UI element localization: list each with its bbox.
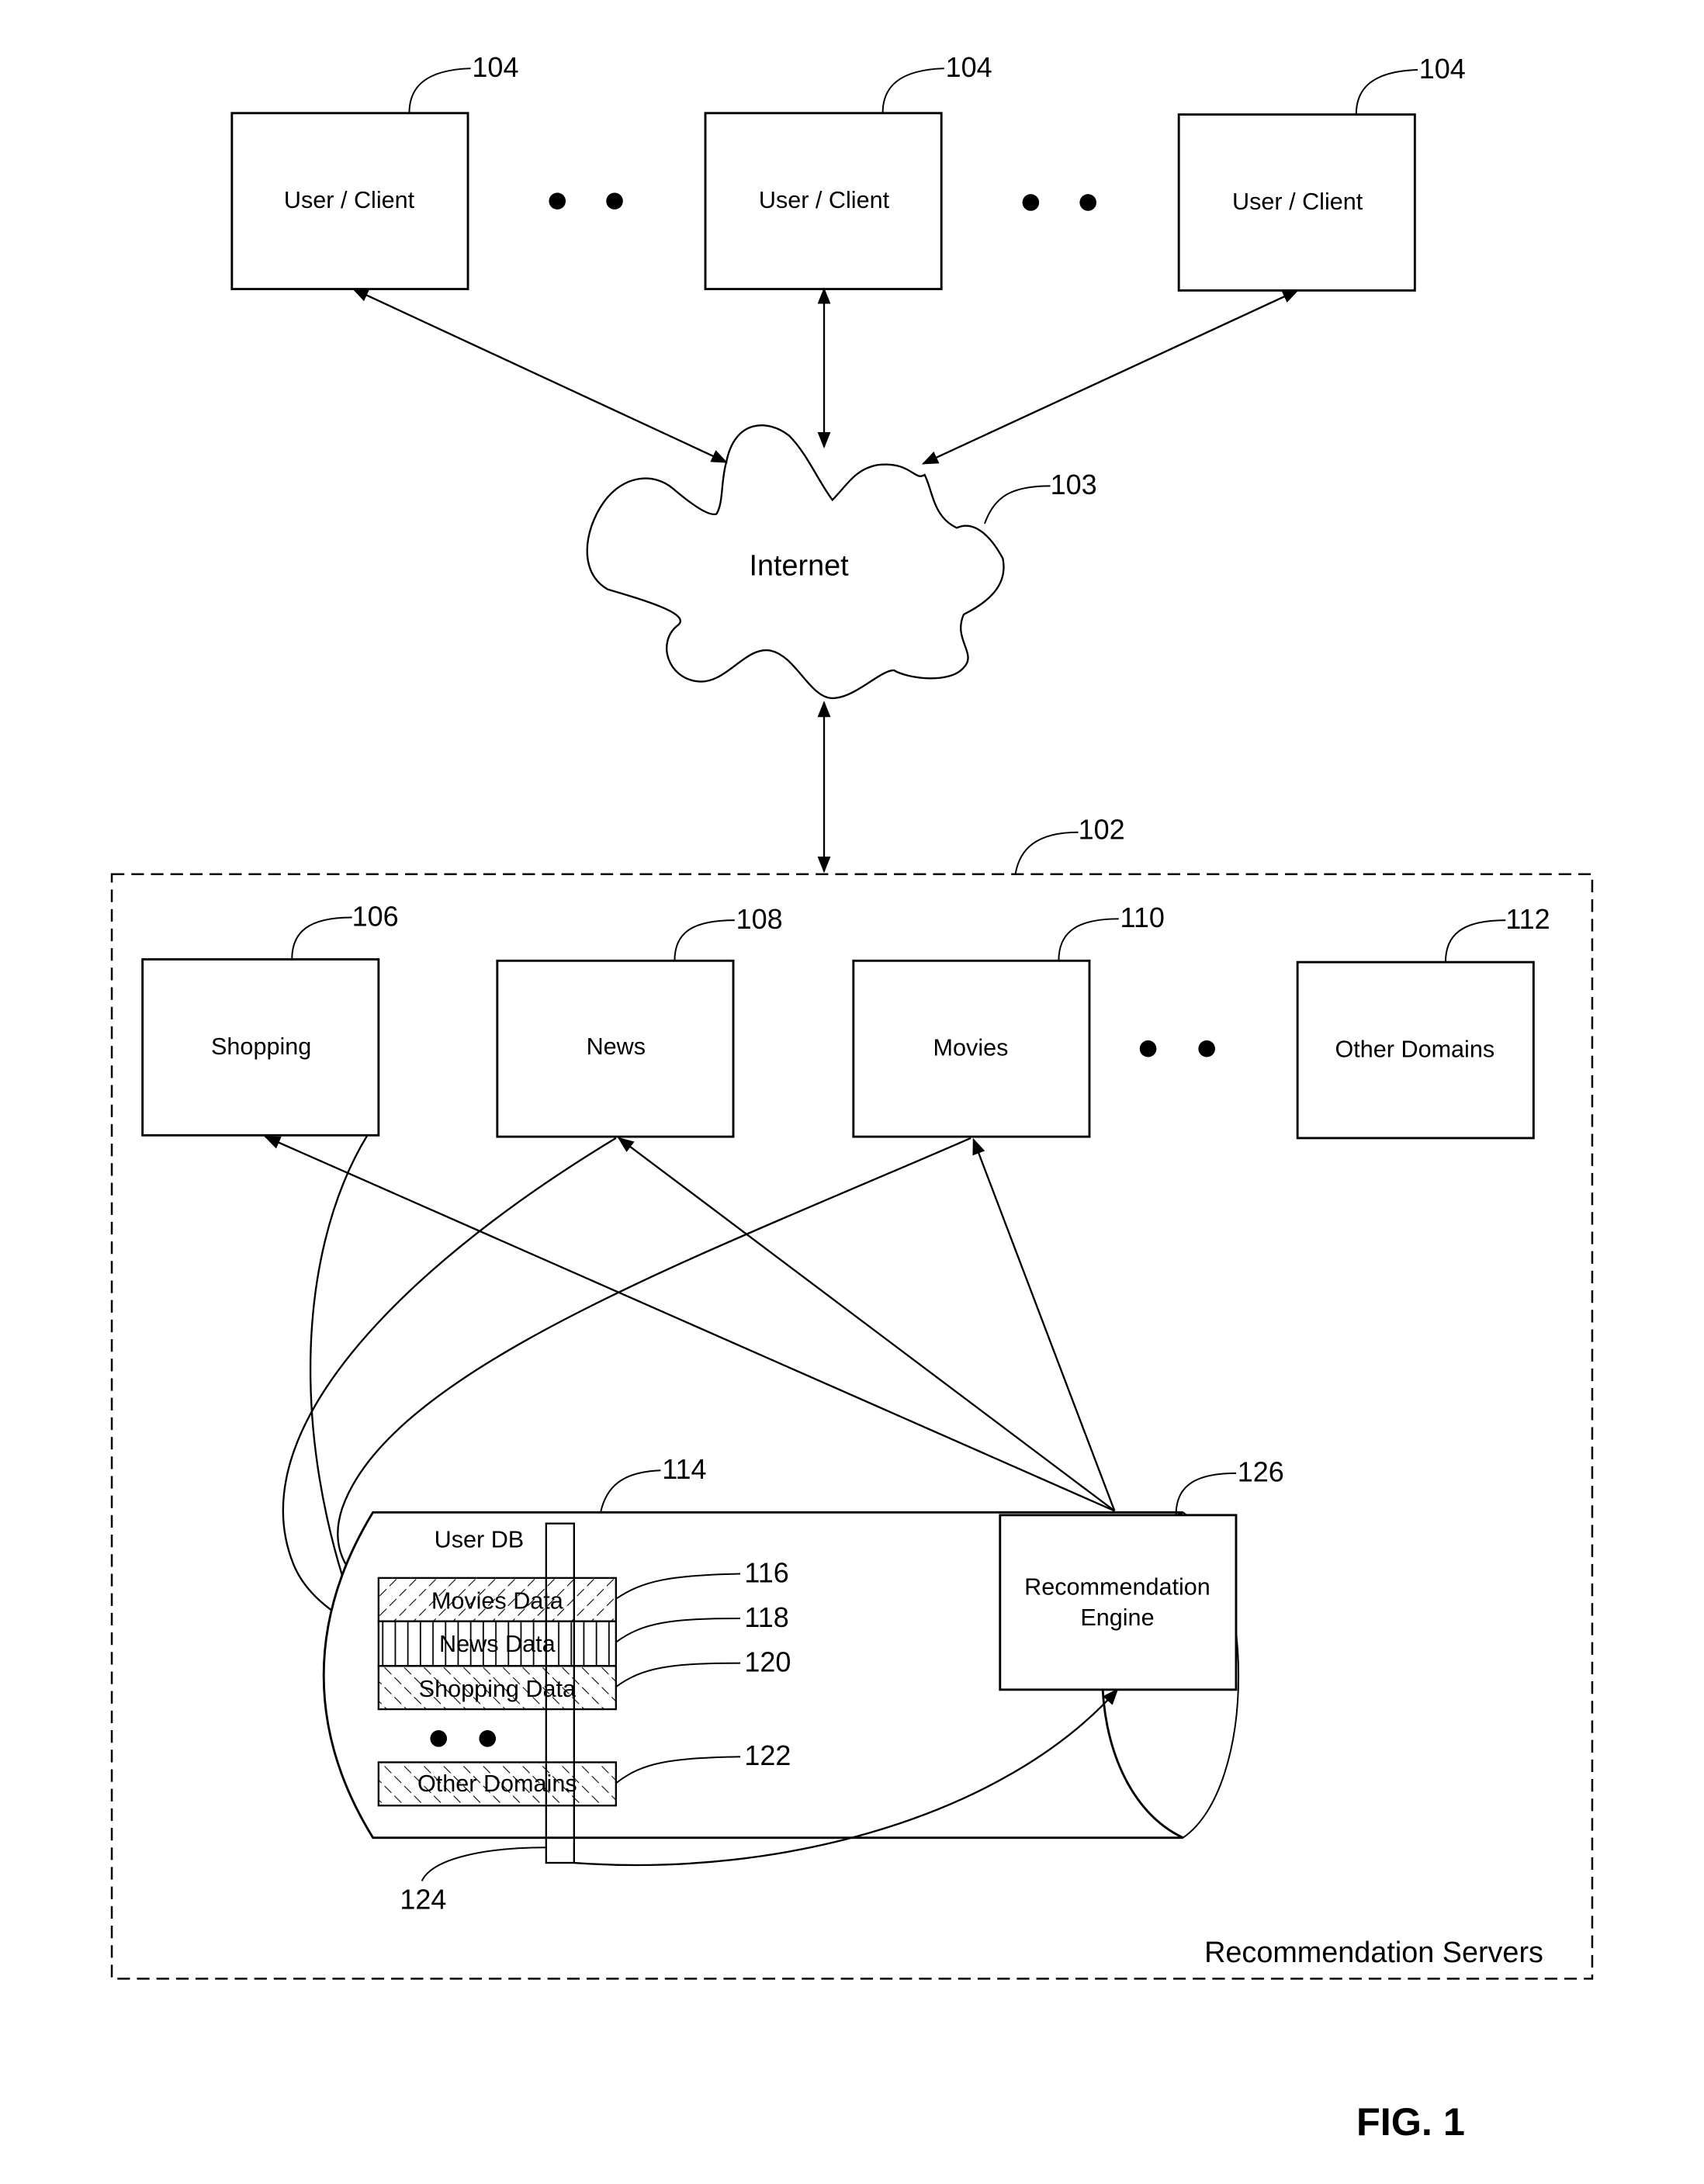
client-label: User / Client: [1232, 189, 1363, 215]
leader-line: [984, 485, 1051, 524]
ref-number: 122: [744, 1739, 791, 1771]
client-internet-link: [921, 289, 1300, 465]
figure-label: FIG. 1: [1356, 2099, 1465, 2144]
system-diagram: User / Client 104 User / Client 104 User…: [110, 51, 1594, 2144]
domain-label: News: [587, 1033, 646, 1060]
client-label: User / Client: [284, 187, 415, 213]
engine-to-movies-arrow: [972, 1137, 1116, 1511]
row-label: Movies Data: [431, 1587, 563, 1614]
leader-line: [291, 916, 352, 960]
ref-number: 104: [1419, 53, 1466, 85]
ref-number: 103: [1051, 469, 1097, 500]
ref-number: 104: [472, 51, 518, 83]
ref-number: 112: [1505, 903, 1550, 935]
client-label: User / Client: [759, 187, 890, 213]
ref-number: 124: [400, 1883, 446, 1915]
ref-number: 118: [744, 1601, 788, 1633]
domain-news: News 108: [496, 903, 783, 1138]
row-label: Shopping Data: [419, 1676, 576, 1702]
engine-label-line2: Engine: [1080, 1604, 1154, 1631]
ref-number: 108: [736, 903, 783, 935]
ref-number: 120: [744, 1646, 791, 1677]
servers-label: Recommendation Servers: [1204, 1937, 1543, 1969]
ref-number: 104: [946, 51, 992, 83]
row-label: News Data: [439, 1631, 556, 1657]
domain-other: Other Domains 112: [1296, 903, 1550, 1140]
domain-label: Movies: [933, 1035, 1009, 1061]
domain-label: Shopping: [211, 1033, 311, 1060]
leader-line: [1058, 918, 1119, 961]
leader-line: [1355, 69, 1418, 115]
ref-number: 106: [352, 900, 399, 932]
engine-label-line1: Recommendation: [1024, 1573, 1210, 1600]
ref-number: 116: [744, 1556, 788, 1588]
leader-line: [1444, 919, 1506, 963]
ref-number: 114: [662, 1453, 706, 1485]
client-3: User / Client 104: [1177, 53, 1466, 292]
row-label: Other Domains: [417, 1770, 577, 1797]
ref-number: 110: [1120, 902, 1165, 933]
leader-line: [1014, 831, 1079, 874]
recommendation-engine: Recommendation Engine 126: [999, 1456, 1284, 1691]
domain-label: Other Domains: [1335, 1037, 1495, 1063]
ref-number: 126: [1238, 1456, 1284, 1488]
ref-number: 102: [1079, 814, 1125, 846]
client-1: User / Client 104: [230, 51, 518, 291]
db-label: User DB: [435, 1526, 525, 1552]
internet-label: Internet: [750, 550, 850, 583]
internet-cloud: Internet 103: [586, 424, 1097, 700]
leader-line: [421, 1847, 546, 1881]
leader-line: [881, 67, 944, 113]
domain-movies: Movies 110: [852, 902, 1165, 1138]
leader-line: [408, 67, 471, 113]
leader-line: [1175, 1472, 1236, 1515]
ellipsis-dots: [1139, 1040, 1215, 1057]
client-internet-link: [352, 288, 728, 463]
domain-shopping: Shopping 106: [141, 900, 399, 1137]
client-2: User / Client 104: [704, 51, 992, 291]
engine-box: [999, 1514, 1238, 1691]
leader-line: [600, 1469, 661, 1513]
leader-line: [674, 919, 735, 961]
